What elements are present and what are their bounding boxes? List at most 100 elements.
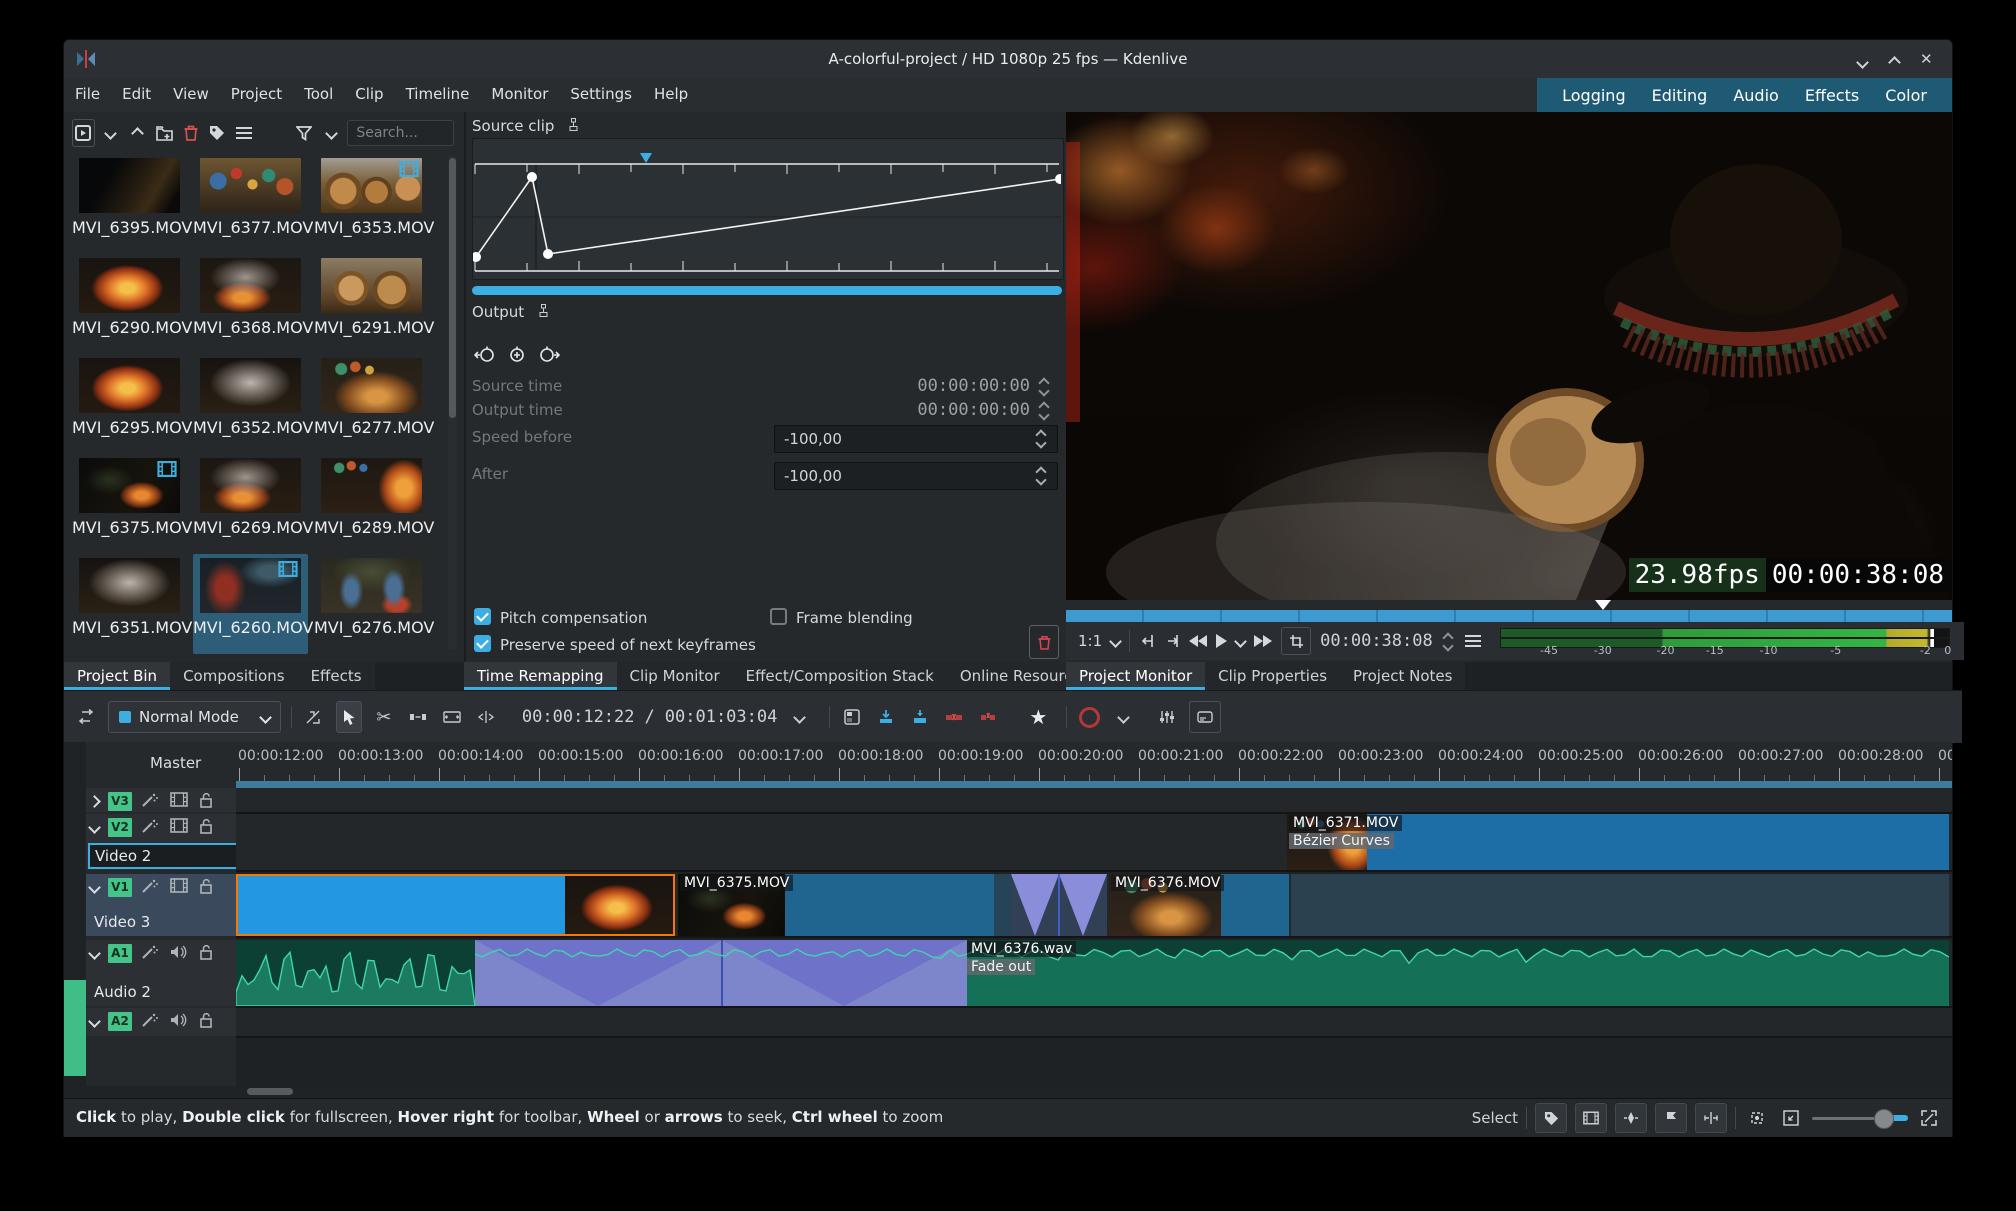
speed-after-input[interactable]: -100,00 — [774, 462, 1058, 490]
video-thumb-icon[interactable] — [170, 818, 190, 836]
track-badge[interactable]: V3 — [108, 791, 132, 811]
collapse-icon[interactable] — [88, 794, 101, 808]
collapse-icon[interactable] — [88, 946, 101, 960]
create-folder-icon[interactable] — [154, 120, 175, 146]
ripple-tool-icon[interactable] — [474, 702, 498, 732]
timeline-clip-v1-4[interactable] — [1291, 874, 1949, 936]
workspace-logging[interactable]: Logging — [1551, 81, 1636, 110]
tab-project-notes[interactable]: Project Notes — [1340, 662, 1466, 690]
scrollbar-thumb[interactable] — [247, 1088, 293, 1095]
record-chevron-icon[interactable] — [1111, 702, 1135, 732]
mixer-icon[interactable] — [1155, 702, 1179, 732]
track-lane-v2[interactable]: MVI_6371.MOV Bézier Curves — [236, 814, 1952, 872]
bin-clip[interactable]: MVI_6290.MOV — [72, 254, 192, 354]
workspace-audio[interactable]: Audio — [1722, 81, 1789, 110]
tab-project-bin[interactable]: Project Bin — [64, 662, 171, 690]
preserve-speed-option[interactable]: Preserve speed of next keyframes — [474, 634, 834, 654]
bin-clip[interactable]: MVI_6277.MOV — [314, 354, 434, 454]
play-chevron-icon[interactable] — [1234, 628, 1248, 654]
track-lane-a1[interactable]: MVI_6376.wav Fade out — [236, 940, 1952, 1008]
mix-clips-icon[interactable] — [302, 702, 326, 732]
monitor-zoom-level[interactable]: 1:1 — [1078, 628, 1102, 654]
collapse-icon[interactable] — [88, 1014, 101, 1028]
monitor-menu-icon[interactable] — [1464, 628, 1481, 654]
effects-wand-icon[interactable] — [141, 878, 161, 896]
collapse-icon[interactable] — [88, 820, 101, 834]
bin-clip[interactable]: MVI_6375.MOV — [72, 454, 192, 554]
audio-target-indicator[interactable] — [64, 980, 86, 1076]
chevron-up-icon[interactable] — [127, 120, 148, 146]
delete-icon[interactable] — [180, 120, 201, 146]
search-input[interactable]: Search... — [347, 120, 455, 146]
menu-file[interactable]: File — [64, 78, 111, 110]
timecode-spinner[interactable] — [1442, 628, 1456, 654]
play-icon[interactable] — [1216, 628, 1228, 654]
timeline-clip-v1-selected[interactable] — [236, 874, 675, 936]
bin-clip[interactable]: MVI_6291.MOV — [314, 254, 434, 354]
track-header-a2[interactable]: A2 — [86, 1008, 236, 1036]
lock-icon[interactable] — [199, 792, 219, 810]
timeline-clip-v1-3[interactable]: MVI_6376.MOV — [1109, 874, 1289, 936]
menu-edit[interactable]: Edit — [111, 78, 162, 110]
favorite-effects-icon[interactable]: ★ — [1026, 702, 1050, 732]
insert-zone-icon[interactable] — [874, 702, 898, 732]
menu-monitor[interactable]: Monitor — [480, 78, 559, 110]
snap-icon[interactable] — [1695, 1103, 1727, 1133]
timeline-zoom-slider[interactable] — [1812, 1109, 1908, 1129]
preview-render-icon[interactable] — [840, 702, 864, 732]
workspace-editing[interactable]: Editing — [1641, 81, 1719, 110]
forward-icon[interactable] — [1254, 628, 1273, 654]
overwrite-zone-icon[interactable] — [908, 702, 932, 732]
track-badge[interactable]: V1 — [108, 877, 132, 897]
bin-clip[interactable]: MVI_6353.MOV — [314, 154, 434, 254]
tab-project-monitor[interactable]: Project Monitor — [1066, 662, 1206, 690]
speaker-icon[interactable] — [170, 944, 190, 962]
menu-project[interactable]: Project — [220, 78, 293, 110]
bin-scrollbar[interactable] — [448, 156, 457, 650]
timeline-ruler[interactable]: 00:00:12:00 00:00:13:00 00:00:14:00 00:00:1… — [236, 742, 1952, 788]
keyframe-next-icon[interactable] — [538, 344, 562, 366]
timeline-clip-v1-2[interactable]: MVI_6375.MOV — [678, 874, 994, 936]
tag-icon[interactable] — [207, 120, 228, 146]
track-badge[interactable]: A1 — [108, 943, 132, 963]
track-header-a1[interactable]: A1 Audio 2 — [86, 940, 236, 1006]
bin-clip[interactable]: MVI_6295.MOV — [72, 354, 192, 454]
extract-zone-icon[interactable] — [942, 702, 966, 732]
show-video-thumbs-icon[interactable] — [1575, 1103, 1607, 1133]
menu-timeline[interactable]: Timeline — [395, 78, 481, 110]
bin-clip[interactable]: MVI_6289.MOV — [314, 454, 434, 554]
spacer-tool-icon[interactable] — [406, 702, 430, 732]
zoom-fit-icon[interactable] — [1744, 1105, 1770, 1131]
effects-wand-icon[interactable] — [141, 1012, 161, 1030]
track-header-v3[interactable]: V3 — [86, 788, 236, 812]
slip-tool-icon[interactable] — [440, 702, 464, 732]
rewind-icon[interactable] — [1189, 628, 1208, 654]
checkbox-checked-icon[interactable] — [474, 608, 491, 625]
bin-clip[interactable]: MVI_6352.MOV — [193, 354, 313, 454]
timeline-audio-clip[interactable]: MVI_6376.wav Fade out — [236, 940, 1949, 1006]
remap-zoom-bar[interactable] — [472, 286, 1062, 295]
menu-clip[interactable]: Clip — [344, 78, 394, 110]
zone-mode-icon[interactable] — [1281, 627, 1312, 655]
workspace-color[interactable]: Color — [1874, 81, 1938, 110]
tab-effects[interactable]: Effects — [297, 662, 375, 690]
spinner-icon[interactable] — [1038, 399, 1052, 421]
video-thumb-icon[interactable] — [170, 878, 190, 896]
track-header-v1[interactable]: V1 Video 3 — [86, 874, 236, 936]
track-badge[interactable]: A2 — [108, 1011, 132, 1031]
bin-clip[interactable]: MVI_6276.MOV — [314, 554, 434, 654]
timeline-clip-v2[interactable]: MVI_6371.MOV Bézier Curves — [1287, 814, 1949, 870]
monitor-seekbar[interactable] — [1066, 610, 1952, 622]
zoom-zone-icon[interactable] — [1778, 1105, 1804, 1131]
record-icon[interactable] — [1077, 702, 1101, 732]
titlebar[interactable]: A-colorful-project / HD 1080p 25 fps — K… — [64, 40, 1952, 78]
timeline-position-timecode[interactable]: 00:00:12:22 — [522, 704, 635, 730]
lock-icon[interactable] — [199, 944, 219, 962]
output-time-value[interactable]: 00:00:00:00 — [917, 400, 1030, 420]
lock-icon[interactable] — [199, 878, 219, 896]
collapse-icon[interactable] — [88, 880, 101, 894]
checkbox-checked-icon[interactable] — [474, 635, 491, 652]
slider-knob[interactable] — [1874, 1109, 1894, 1129]
tab-clip-monitor[interactable]: Clip Monitor — [616, 662, 733, 690]
keyframe-curve-editor[interactable] — [471, 138, 1065, 280]
